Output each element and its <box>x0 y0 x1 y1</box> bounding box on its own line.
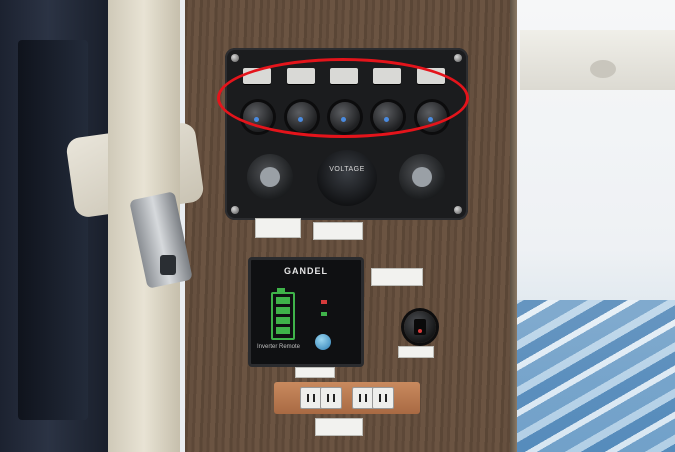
outlet-slot <box>333 394 335 402</box>
monitor-side-label <box>371 268 423 286</box>
ac-outlet-right[interactable] <box>352 387 374 409</box>
battery-segment <box>276 297 290 304</box>
monitor-bottom-label <box>295 367 335 378</box>
outlet-slot <box>327 394 329 402</box>
battery-level-icon <box>271 292 295 340</box>
status-led-red <box>321 300 327 304</box>
screw-icon <box>231 54 239 62</box>
outlet-slot <box>307 394 309 402</box>
battery-segment <box>276 317 290 324</box>
outlet-slot <box>379 394 381 402</box>
power-rocker-switch[interactable] <box>404 311 436 343</box>
screw-icon <box>454 206 462 214</box>
outlet-info-label <box>315 418 363 436</box>
outlet-slot <box>385 394 387 402</box>
battery-monitor: GANDEL Inverter Remote <box>248 257 364 367</box>
outlet-slot <box>359 394 361 402</box>
monitor-subtitle: Inverter Remote <box>257 344 301 350</box>
ac-outlet-left[interactable] <box>300 387 322 409</box>
ac-outlet-left-2[interactable] <box>320 387 342 409</box>
12v-socket-left[interactable] <box>247 154 293 200</box>
usb-socket-right[interactable] <box>399 154 445 200</box>
socket-icon <box>260 167 280 187</box>
meter-label: VOLTAGE <box>329 166 365 173</box>
usb-icon <box>412 167 432 187</box>
outlet-slot <box>365 394 367 402</box>
vehicle-interior-scene: VOLTAGE GANDEL Inverter Remote <box>0 0 675 452</box>
battery-segment <box>276 327 290 334</box>
voltage-meter: VOLTAGE <box>317 150 377 206</box>
ac-outlet-right-2[interactable] <box>372 387 394 409</box>
status-led-green <box>321 312 327 316</box>
screw-icon <box>231 206 239 214</box>
screw-icon <box>454 54 462 62</box>
power-indicator-icon <box>418 329 422 333</box>
outlet-slot <box>313 394 315 402</box>
buckle-slot <box>160 255 176 275</box>
monitor-button[interactable] <box>315 334 331 350</box>
ac-outlet-plate <box>274 382 420 414</box>
rocker-label <box>398 346 434 358</box>
battery-segment <box>276 307 290 314</box>
red-highlight-ellipse <box>217 58 469 138</box>
curtain-knob <box>590 60 616 78</box>
monitor-brand: GANDEL <box>284 266 328 276</box>
door-panel <box>18 40 88 420</box>
socket-info-label <box>255 218 301 238</box>
usb-info-label <box>313 222 363 240</box>
